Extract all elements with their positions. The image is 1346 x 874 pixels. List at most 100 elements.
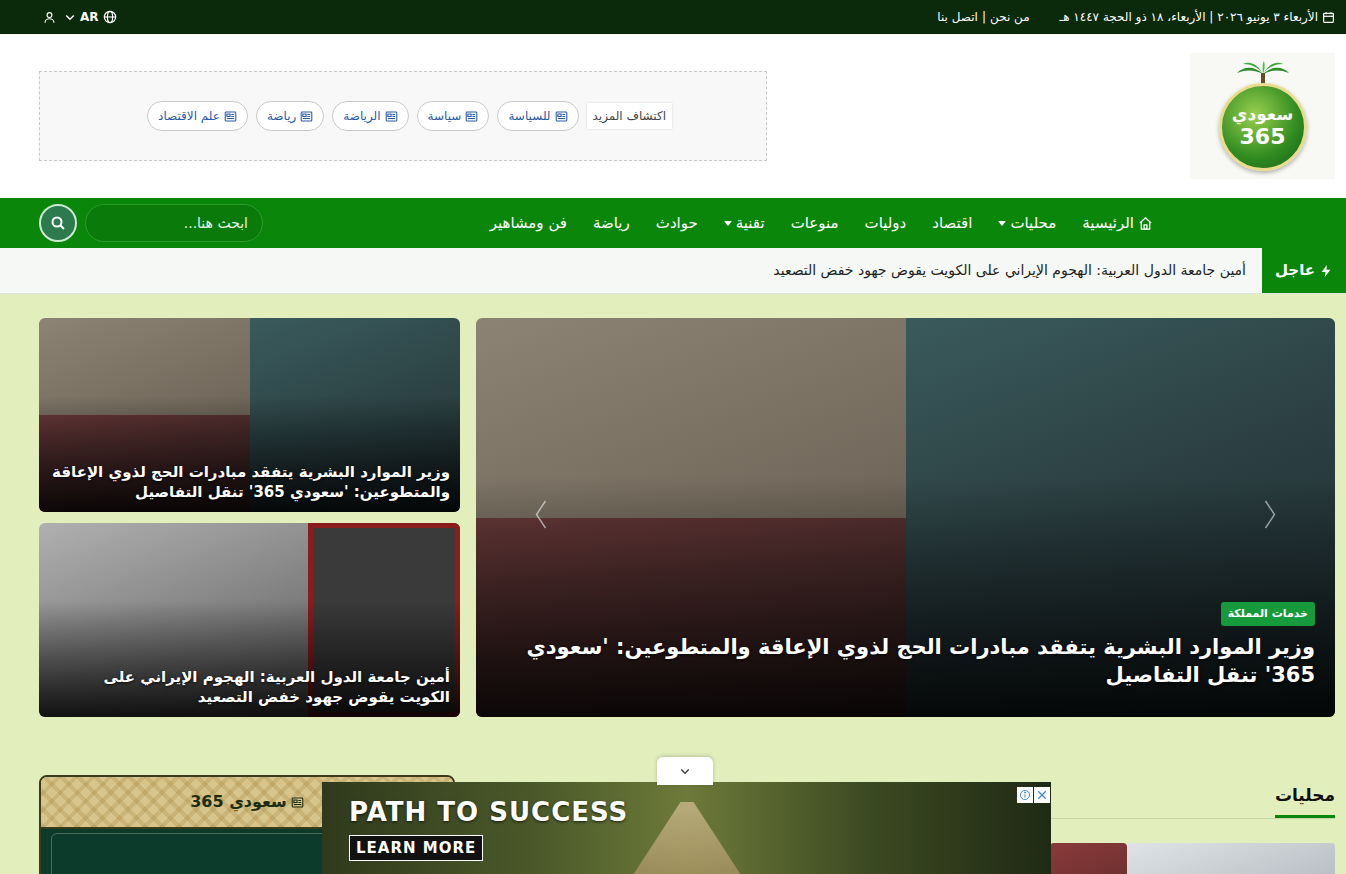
logo-word: سعودي (1232, 106, 1293, 123)
nav-label: دوليات (865, 212, 907, 235)
tag-label: رياضة (267, 107, 296, 125)
tag-label: علم الاقتصاد (158, 107, 220, 125)
ad-collapse-tab[interactable] (657, 757, 713, 785)
topbar-tools: AR (39, 8, 117, 26)
nav-label: الرئيسية (1082, 212, 1134, 235)
slider-next-button[interactable] (1261, 496, 1279, 539)
newspaper-icon (224, 110, 237, 123)
nav-item: دوليات (865, 212, 907, 235)
topbar-links: من نحن|اتصل بنا (937, 8, 1029, 26)
card-title[interactable]: وزير الموارد البشرية يتفقد مبادرات الحج … (49, 462, 450, 503)
nav-label: حوادث (656, 212, 698, 235)
topbar-link[interactable]: اتصل بنا (937, 8, 978, 26)
card-title[interactable]: أمين جامعة الدول العربية: الهجوم الإيران… (49, 667, 450, 708)
bolt-icon (1319, 264, 1333, 278)
nav-item: منوعات (791, 212, 839, 235)
ad-banner[interactable]: PATH TO SUCCESS LEARN MORE (322, 782, 1051, 874)
nav-link[interactable]: اقتصاد (932, 212, 972, 235)
chevron-left-icon (532, 496, 550, 532)
nav-link[interactable]: رياضة (593, 212, 630, 235)
discover-tag[interactable]: علم الاقتصاد (147, 101, 248, 131)
nav-item: تقنية (724, 212, 765, 235)
ad-cta-button[interactable]: LEARN MORE (349, 835, 483, 862)
hero-title[interactable]: وزير الموارد البشرية يتفقد مبادرات الحج … (496, 634, 1315, 689)
tag-label: الرياضة (343, 107, 380, 125)
header: سعودي 365 اكتشاف المزيد للسياسة سياسة الري… (0, 34, 1346, 198)
slider-prev-button[interactable] (532, 496, 550, 539)
caret-icon (724, 221, 732, 226)
nav-label: رياضة (593, 212, 630, 235)
language-switch[interactable]: AR (64, 8, 117, 26)
nav-link[interactable]: منوعات (791, 212, 839, 235)
discover-tag[interactable]: سياسة (417, 101, 490, 131)
discover-label: اكتشاف المزيد (587, 103, 672, 129)
nav-item: اقتصاد (932, 212, 972, 235)
breaking-label: عاجل (1262, 248, 1346, 293)
search-button[interactable] (39, 204, 77, 242)
hero-slider[interactable]: خدمات المملكة وزير الموارد البشرية يتفقد… (476, 318, 1335, 717)
news-thumb[interactable] (1050, 843, 1127, 874)
nav-link[interactable]: محليات (998, 212, 1056, 235)
tag-label: للسياسة (508, 107, 550, 125)
nav-label: اقتصاد (932, 212, 972, 235)
info-icon (1019, 789, 1031, 801)
date-text: الأربعاء ٣ يونيو ٢٠٢٦ | الأربعاء، ١٨ ذو … (1060, 8, 1318, 26)
discover-tag[interactable]: للسياسة (497, 101, 578, 131)
category-badge[interactable]: خدمات المملكة (1221, 602, 1315, 627)
user-icon[interactable] (43, 11, 56, 24)
newspaper-icon (291, 796, 304, 809)
main-nav: الرئيسية محليات اقتصاد دوليات منوعات تقنية حوا… (0, 198, 1346, 248)
ad-headline: PATH TO SUCCESS (349, 798, 1051, 827)
caret-icon (998, 221, 1006, 226)
close-icon (1036, 789, 1048, 801)
nav-link[interactable]: حوادث (656, 212, 698, 235)
home-icon (1138, 216, 1153, 231)
search-input[interactable] (85, 204, 263, 242)
discover-tag[interactable]: رياضة (256, 101, 324, 131)
chevron-right-icon (1261, 496, 1279, 532)
date-group: الأربعاء ٣ يونيو ٢٠٢٦ | الأربعاء، ١٨ ذو … (1060, 8, 1335, 26)
breaking-text[interactable]: أمين جامعة الدول العربية: الهجوم الإيران… (773, 260, 1246, 281)
nav-label: منوعات (791, 212, 839, 235)
breaking-label-text: عاجل (1275, 259, 1315, 282)
side-cards: وزير الموارد البشرية يتفقد مبادرات الحج … (39, 318, 460, 717)
nav-label: محليات (1010, 212, 1056, 235)
newspaper-icon (555, 110, 568, 123)
ad-info-button[interactable] (1017, 787, 1033, 803)
newspaper-icon (300, 110, 313, 123)
top-bar: الأربعاء ٣ يونيو ٢٠٢٦ | الأربعاء، ١٨ ذو … (0, 0, 1346, 34)
logo-number: 365 (1240, 126, 1286, 148)
ad-close-button[interactable] (1034, 787, 1050, 803)
nav-link[interactable]: تقنية (724, 212, 765, 235)
nav-label: فن ومشاهير (490, 212, 567, 235)
side-card[interactable]: وزير الموارد البشرية يتفقد مبادرات الحج … (39, 318, 460, 512)
section-title[interactable]: محليات (1275, 783, 1335, 818)
topbar-link[interactable]: من نحن (990, 8, 1030, 26)
nav-item: الرئيسية (1082, 212, 1153, 235)
language-label: AR (80, 8, 99, 26)
news-thumb[interactable] (1127, 843, 1335, 874)
nav-item: محليات (998, 212, 1056, 235)
logo-disc: سعودي 365 (1219, 83, 1307, 171)
topbar-info: الأربعاء ٣ يونيو ٢٠٢٦ | الأربعاء، ١٨ ذو … (937, 8, 1335, 26)
discover-tag[interactable]: الرياضة (332, 101, 408, 131)
globe-icon (103, 10, 117, 24)
calendar-icon (1322, 11, 1335, 24)
nav-link[interactable]: فن ومشاهير (490, 212, 567, 235)
site-logo[interactable]: سعودي 365 (1190, 53, 1335, 179)
search-icon (50, 215, 66, 231)
nav-item: رياضة (593, 212, 630, 235)
chevron-down-icon (679, 765, 691, 777)
widget-title: سعودي 365 (190, 790, 287, 814)
side-card[interactable]: أمين جامعة الدول العربية: الهجوم الإيران… (39, 523, 460, 717)
nav-link[interactable]: دوليات (865, 212, 907, 235)
hero-row: خدمات المملكة وزير الموارد البشرية يتفقد… (39, 318, 1335, 717)
breaking-bar: عاجل أمين جامعة الدول العربية: الهجوم ال… (0, 248, 1346, 294)
tag-label: سياسة (428, 107, 462, 125)
chevron-down-icon (64, 11, 76, 23)
link-separator: | (982, 8, 986, 26)
nav-link[interactable]: الرئيسية (1082, 212, 1153, 235)
nav-item: حوادث (656, 212, 698, 235)
search-form (39, 204, 263, 242)
nav-label: تقنية (736, 212, 765, 235)
